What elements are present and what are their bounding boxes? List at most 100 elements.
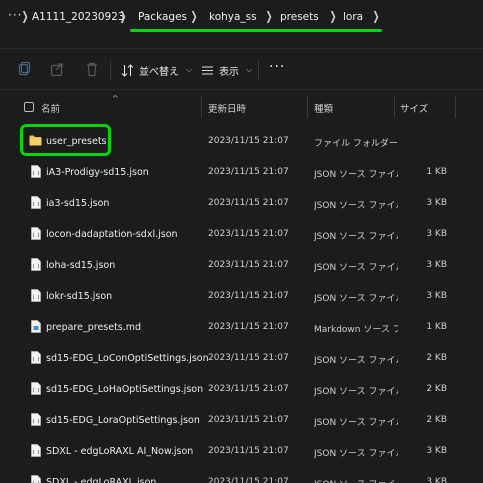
file-name: SDXL - edgLoRAXL AI_Now.json <box>46 446 194 457</box>
file-modified: 2023/11/15 21:07 <box>208 198 289 208</box>
file-type: JSON ソース ファイル <box>314 477 398 483</box>
file-modified: 2023/11/15 21:07 <box>208 322 289 332</box>
file-row[interactable]: ia3-sd15.json 2023/11/15 21:07 JSON ソース ファ… <box>0 188 483 219</box>
toolbar-separator <box>258 60 259 80</box>
file-size: 2 KB <box>426 415 447 425</box>
file-name: sd15-EDG_LoraOptiSettings.json <box>46 415 200 426</box>
file-row[interactable]: iA3-Prodigy-sd15.json 2023/11/15 21:07 JSO… <box>0 157 483 188</box>
file-row[interactable]: lokr-sd15.json 2023/11/15 21:07 JSON ソース フ… <box>0 281 483 312</box>
json-file-icon <box>31 258 41 271</box>
share-icon[interactable] <box>50 61 64 77</box>
file-row[interactable]: sd15-EDG_LoConOptiSettings.json 2023/11/1… <box>0 343 483 374</box>
file-type: JSON ソース ファイル <box>314 232 398 242</box>
file-row[interactable]: SDXL - edgLoRAXL.json 2023/11/15 21:07 JSO… <box>0 467 483 483</box>
file-name: ia3-sd15.json <box>46 198 110 209</box>
file-modified: 2023/11/15 21:07 <box>208 446 289 456</box>
sort-button[interactable]: 並べ替え ⌵ <box>121 61 192 79</box>
file-name: lokr-sd15.json <box>46 291 113 302</box>
column-header: ^ 名前 更新日時 種類 サイズ <box>0 94 483 120</box>
column-separator[interactable] <box>455 96 456 118</box>
file-size: 1 KB <box>426 167 447 177</box>
file-row[interactable]: sd15-EDG_LoHaOptiSettings.json 2023/11/15… <box>0 374 483 405</box>
more-options-button[interactable]: ··· <box>269 59 285 75</box>
file-row[interactable]: sd15-EDG_LoraOptiSettings.json 2023/11/15… <box>0 405 483 436</box>
markdown-file-icon <box>31 320 41 333</box>
sort-icon <box>121 63 134 77</box>
copy-icon[interactable] <box>17 61 31 77</box>
file-row[interactable]: SDXL - edgLoRAXL AI_Now.json 2023/11/15 2… <box>0 436 483 467</box>
file-type: JSON ソース ファイル <box>314 387 398 397</box>
breadcrumb-item-presets[interactable]: presets <box>280 11 319 23</box>
file-type: JSON ソース ファイル <box>314 201 398 211</box>
file-name: sd15-EDG_LoConOptiSettings.json <box>46 353 209 364</box>
json-file-icon <box>31 413 41 426</box>
json-file-icon <box>31 444 41 457</box>
chevron-right-icon[interactable]: ❯ <box>373 9 380 23</box>
chevron-right-icon[interactable]: ❯ <box>266 9 273 23</box>
view-icon <box>202 65 213 75</box>
file-modified: 2023/11/15 21:07 <box>208 415 289 425</box>
file-type: JSON ソース ファイル <box>314 418 398 428</box>
sort-label: 並べ替え <box>139 66 179 78</box>
file-type: JSON ソース ファイル <box>314 449 398 459</box>
json-file-icon <box>31 227 41 240</box>
column-type[interactable]: 種類 <box>314 101 333 115</box>
highlight-underline <box>130 29 382 32</box>
breadcrumb-item-packages[interactable]: Packages <box>138 11 187 23</box>
json-file-icon <box>31 475 41 483</box>
chevron-right-icon[interactable]: ❯ <box>330 9 337 23</box>
file-type: ファイル フォルダー <box>314 139 398 149</box>
sort-ascending-icon: ^ <box>112 94 119 103</box>
file-size: 3 KB <box>426 446 447 456</box>
highlight-box <box>20 124 111 156</box>
json-file-icon <box>31 196 41 209</box>
file-size: 2 KB <box>426 384 447 394</box>
file-name: prepare_presets.md <box>46 322 142 333</box>
json-file-icon <box>31 382 41 395</box>
file-type: JSON ソース ファイル <box>314 170 398 180</box>
file-name: loha-sd15.json <box>46 260 116 271</box>
file-modified: 2023/11/15 21:07 <box>208 260 289 270</box>
delete-icon[interactable] <box>85 61 99 77</box>
file-row[interactable]: prepare_presets.md 2023/11/15 21:07 Markdo… <box>0 312 483 343</box>
toolbar-separator <box>110 60 111 80</box>
column-name[interactable]: 名前 <box>41 101 60 115</box>
file-size: 2 KB <box>426 353 447 363</box>
file-row[interactable]: loha-sd15.json 2023/11/15 21:07 JSON ソース フ… <box>0 250 483 281</box>
view-button[interactable]: 表示 ⌵ <box>201 61 252 79</box>
breadcrumb-overflow-button[interactable]: ··· <box>8 8 22 22</box>
breadcrumb-item-a1111[interactable]: A1111_20230923 <box>32 11 125 23</box>
file-modified: 2023/11/15 21:07 <box>208 136 289 146</box>
column-modified[interactable]: 更新日時 <box>208 101 246 115</box>
file-row[interactable]: locon-dadaptation-sdxl.json 2023/11/15 21… <box>0 219 483 250</box>
chevron-down-icon: ⌵ <box>186 65 193 74</box>
command-bar: 並べ替え ⌵ 表示 ⌵ ··· <box>0 48 483 90</box>
column-separator[interactable] <box>394 96 395 118</box>
column-separator[interactable] <box>201 96 202 118</box>
file-type: JSON ソース ファイル <box>314 263 398 273</box>
chevron-right-icon[interactable]: ❯ <box>120 9 127 23</box>
breadcrumb-item-lora[interactable]: lora <box>343 11 363 23</box>
file-name: sd15-EDG_LoHaOptiSettings.json <box>46 384 204 395</box>
file-type: Markdown ソース フ... <box>314 325 398 335</box>
file-size: 3 KB <box>426 477 447 483</box>
file-modified: 2023/11/15 21:07 <box>208 477 289 483</box>
file-type: JSON ソース ファイル <box>314 294 398 304</box>
column-separator[interactable] <box>307 96 308 118</box>
chevron-down-icon: ⌵ <box>246 65 253 74</box>
file-type: JSON ソース ファイル <box>314 356 398 366</box>
file-modified: 2023/11/15 21:07 <box>208 353 289 363</box>
file-size: 3 KB <box>426 291 447 301</box>
select-all-checkbox[interactable] <box>24 102 34 112</box>
file-size: 1 KB <box>426 322 447 332</box>
file-modified: 2023/11/15 21:07 <box>208 229 289 239</box>
address-bar: ··· ❯ A1111_20230923 ❯ Packages ❯ kohya_… <box>0 0 483 38</box>
file-size: 3 KB <box>426 260 447 270</box>
chevron-right-icon[interactable]: ❯ <box>191 9 198 23</box>
chevron-right-icon: ❯ <box>21 9 29 23</box>
file-name: SDXL - edgLoRAXL.json <box>46 477 157 483</box>
breadcrumb-item-kohya-ss[interactable]: kohya_ss <box>209 11 257 23</box>
file-modified: 2023/11/15 21:07 <box>208 167 289 177</box>
column-size[interactable]: サイズ <box>400 101 428 115</box>
file-size: 3 KB <box>426 198 447 208</box>
